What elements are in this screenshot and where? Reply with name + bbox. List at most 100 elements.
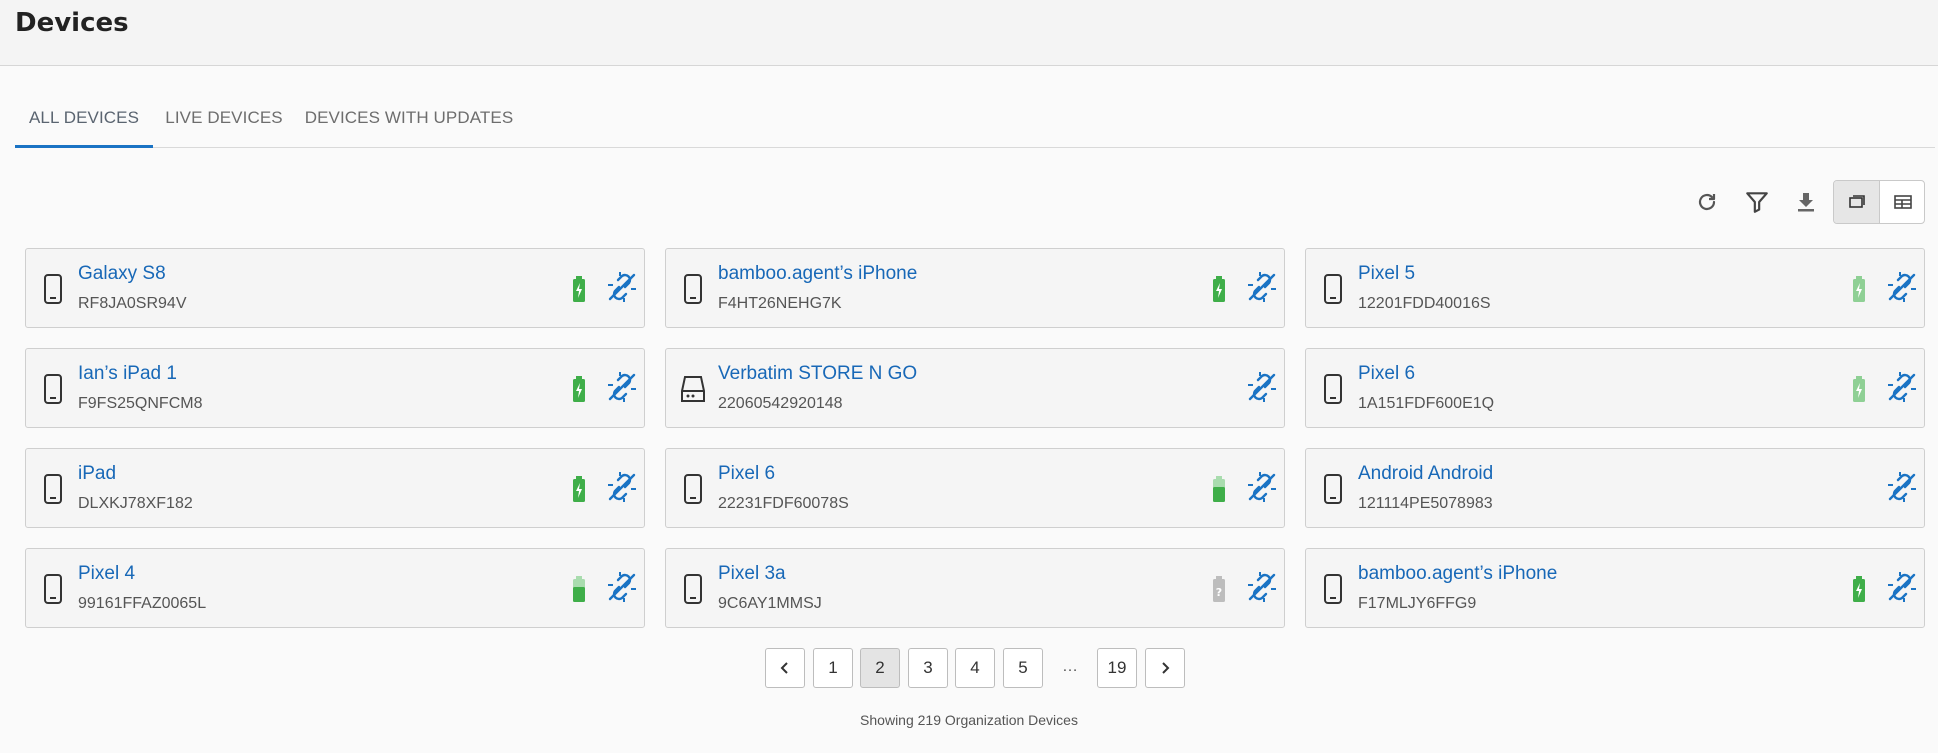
device-tabs: ALL DEVICES LIVE DEVICES DEVICES WITH UP… [15, 90, 1935, 148]
page-title: Devices [15, 8, 129, 38]
refresh-icon [1698, 193, 1716, 211]
phone-icon [1320, 373, 1346, 405]
page-ellipsis: … [1062, 658, 1078, 675]
phone-icon [1320, 473, 1346, 505]
device-card[interactable]: bamboo.agent’s iPhone F17MLJY6FFG9 [1305, 548, 1925, 628]
battery-icon [571, 375, 587, 403]
device-serial: 22060542920148 [718, 395, 843, 412]
phone-icon [680, 273, 706, 305]
tab-all-devices[interactable]: ALL DEVICES [15, 90, 153, 148]
refresh-button[interactable] [1685, 180, 1729, 224]
device-name-link[interactable]: Galaxy S8 [78, 263, 166, 285]
device-serial: 22231FDF60078S [718, 495, 849, 512]
disconnected-icon [1246, 371, 1278, 403]
tab-devices-with-updates[interactable]: DEVICES WITH UPDATES [295, 90, 523, 148]
page-button[interactable]: 1 [813, 648, 853, 688]
view-mode-toggle [1833, 180, 1925, 224]
phone-icon [680, 473, 706, 505]
device-card[interactable]: Pixel 6 22231FDF60078S [665, 448, 1285, 528]
device-name-link[interactable]: Pixel 6 [1358, 363, 1415, 385]
disconnected-icon [1246, 471, 1278, 503]
disconnected-icon [606, 571, 638, 603]
download-icon [1798, 193, 1814, 212]
battery-icon [1851, 275, 1867, 303]
battery-icon [1211, 475, 1227, 503]
card-view-icon [1848, 195, 1865, 208]
battery-icon [1211, 275, 1227, 303]
filter-button[interactable] [1735, 180, 1779, 224]
device-serial: DLXKJ78XF182 [78, 495, 193, 512]
svg-text:?: ? [1216, 586, 1222, 599]
disconnected-icon [1886, 371, 1918, 403]
device-count-text: Showing 219 Organization Devices [860, 712, 1078, 728]
device-card[interactable]: Verbatim STORE N GO 22060542920148 [665, 348, 1285, 428]
storage-drive-icon [680, 373, 706, 405]
phone-icon [40, 573, 66, 605]
device-card[interactable]: Pixel 6 1A151FDF600E1Q [1305, 348, 1925, 428]
battery-icon [571, 475, 587, 503]
device-serial: 121114PE5078983 [1358, 495, 1493, 512]
tab-live-devices[interactable]: LIVE DEVICES [153, 90, 295, 148]
device-name-link[interactable]: Android Android [1358, 463, 1493, 485]
page-button-last[interactable]: 19 [1097, 648, 1137, 688]
page-button[interactable]: 4 [955, 648, 995, 688]
battery-icon [1851, 375, 1867, 403]
disconnected-icon [1246, 271, 1278, 303]
battery-icon [1851, 575, 1867, 603]
phone-icon [1320, 573, 1346, 605]
filter-icon [1746, 192, 1768, 213]
device-name-link[interactable]: Pixel 6 [718, 463, 775, 485]
device-name-link[interactable]: iPad [78, 463, 116, 485]
device-serial: 1A151FDF600E1Q [1358, 395, 1495, 412]
device-serial: 12201FDD40016S [1358, 295, 1491, 312]
disconnected-icon [606, 271, 638, 303]
disconnected-icon [1886, 571, 1918, 603]
disconnected-icon [1886, 471, 1918, 503]
device-card[interactable]: Android Android 121114PE5078983 [1305, 448, 1925, 528]
device-serial: RF8JA0SR94V [78, 295, 187, 312]
device-name-link[interactable]: bamboo.agent’s iPhone [718, 263, 917, 285]
battery-icon: ? [1211, 575, 1227, 603]
battery-icon [571, 275, 587, 303]
chevron-right-icon [1162, 662, 1170, 674]
phone-icon [1320, 273, 1346, 305]
device-card[interactable]: Pixel 4 99161FFAZ0065L [25, 548, 645, 628]
device-serial: F9FS25QNFCM8 [78, 395, 203, 412]
device-name-link[interactable]: Pixel 3a [718, 563, 786, 585]
battery-icon [571, 575, 587, 603]
page-button[interactable]: 5 [1003, 648, 1043, 688]
table-view-icon [1894, 195, 1912, 209]
disconnected-icon [1886, 271, 1918, 303]
device-name-link[interactable]: Pixel 4 [78, 563, 135, 585]
table-view-button[interactable] [1880, 181, 1924, 223]
phone-icon [40, 273, 66, 305]
device-name-link[interactable]: Ian’s iPad 1 [78, 363, 177, 385]
device-card[interactable]: Galaxy S8 RF8JA0SR94V [25, 248, 645, 328]
disconnected-icon [606, 371, 638, 403]
disconnected-icon [1246, 571, 1278, 603]
device-card[interactable]: iPad DLXKJ78XF182 [25, 448, 645, 528]
device-name-link[interactable]: bamboo.agent’s iPhone [1358, 563, 1557, 585]
download-button[interactable] [1784, 180, 1828, 224]
device-name-link[interactable]: Verbatim STORE N GO [718, 363, 917, 385]
phone-icon [680, 573, 706, 605]
page-button-current[interactable]: 2 [860, 648, 900, 688]
device-serial: 9C6AY1MMSJ [718, 595, 822, 612]
device-card[interactable]: bamboo.agent’s iPhone F4HT26NEHG7K [665, 248, 1285, 328]
card-view-button[interactable] [1834, 181, 1880, 223]
next-page-button[interactable] [1145, 648, 1185, 688]
device-serial: 99161FFAZ0065L [78, 595, 207, 612]
prev-page-button[interactable] [765, 648, 805, 688]
device-card[interactable]: Ian’s iPad 1 F9FS25QNFCM8 [25, 348, 645, 428]
phone-icon [40, 473, 66, 505]
page-button[interactable]: 3 [908, 648, 948, 688]
device-name-link[interactable]: Pixel 5 [1358, 263, 1415, 285]
phone-icon [40, 373, 66, 405]
disconnected-icon [606, 471, 638, 503]
device-card[interactable]: Pixel 3a 9C6AY1MMSJ? [665, 548, 1285, 628]
device-card-grid: Galaxy S8 RF8JA0SR94V bamboo.agent’s iPhon… [25, 248, 1925, 628]
device-serial: F17MLJY6FFG9 [1358, 595, 1477, 612]
device-card[interactable]: Pixel 5 12201FDD40016S [1305, 248, 1925, 328]
chevron-left-icon [780, 662, 788, 674]
device-serial: F4HT26NEHG7K [718, 295, 842, 312]
